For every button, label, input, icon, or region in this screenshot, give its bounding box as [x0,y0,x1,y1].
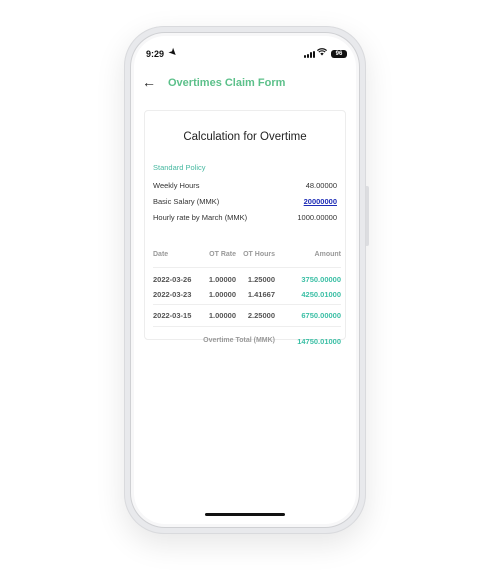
cell-date: 2022-03-15 [153,311,192,320]
table-row: 2022-03-23 1.00000 1.41667 4250.01000 [153,290,341,301]
info-row-hourly-rate: Hourly rate by March (MMK) 1000.00000 [153,213,337,223]
table-divider [153,267,341,268]
phone-side-button [366,186,369,246]
overtime-total-row: Overtime Total (MMK) 14750.01000 [153,337,341,349]
calculation-card: Calculation for Overtime Standard Policy… [144,110,346,346]
header-date: Date [153,251,169,258]
app-screen: 9:29 ➤ 96 ← Overtimes Claim Form Calcula… [134,36,356,524]
table-header: Date OT Rate OT Hours Amount [153,251,341,263]
cell-ot-rate: 1.00000 [208,311,236,320]
basic-salary-link[interactable]: 20000000 [304,197,337,206]
cell-date: 2022-03-23 [153,290,192,299]
table-divider [153,326,341,327]
info-label: Hourly rate by March (MMK) [153,213,248,222]
status-bar: 9:29 ➤ 96 [134,46,356,62]
location-arrow-icon: ➤ [166,45,180,59]
info-row-weekly-hours: Weekly Hours 48.00000 [153,181,337,191]
home-indicator[interactable] [205,513,285,516]
info-label: Basic Salary (MMK) [153,197,220,206]
table-row: 2022-03-15 1.00000 2.25000 6750.00000 [153,311,341,322]
info-row-basic-salary: Basic Salary (MMK) 20000000 [153,197,337,207]
status-time: 9:29 [146,49,165,59]
cell-ot-hours: 2.25000 [247,311,275,320]
phone-frame: 9:29 ➤ 96 ← Overtimes Claim Form Calcula… [124,26,369,534]
cell-date: 2022-03-26 [153,275,192,284]
cell-ot-rate: 1.00000 [208,275,236,284]
app-header: ← Overtimes Claim Form [134,74,356,98]
cell-ot-hours: 1.25000 [247,275,275,284]
signal-icon [304,51,315,58]
table-row: 2022-03-26 1.00000 1.25000 3750.00000 [153,275,341,286]
total-value: 14750.01000 [297,337,341,346]
total-label: Overtime Total (MMK) [203,337,275,344]
cell-amount: 4250.01000 [301,290,341,299]
back-arrow-icon[interactable]: ← [142,74,156,90]
policy-label: Standard Policy [153,163,206,172]
info-value: 1000.00000 [297,213,337,222]
battery-icon: 96 [331,50,347,58]
phone-bezel: 9:29 ➤ 96 ← Overtimes Claim Form Calcula… [131,33,359,527]
cell-amount: 6750.00000 [301,311,341,320]
info-label: Weekly Hours [153,181,200,190]
cell-amount: 3750.00000 [301,275,341,284]
page-title: Overtimes Claim Form [168,77,286,89]
header-ot-hours: OT Hours [243,251,275,258]
header-ot-rate: OT Rate [209,251,236,258]
table-divider [153,304,341,305]
wifi-icon [316,48,328,58]
header-amount: Amount [314,251,341,258]
cell-ot-hours: 1.41667 [247,290,275,299]
cell-ot-rate: 1.00000 [208,290,236,299]
card-title: Calculation for Overtime [183,131,307,143]
info-value: 48.00000 [305,181,337,190]
